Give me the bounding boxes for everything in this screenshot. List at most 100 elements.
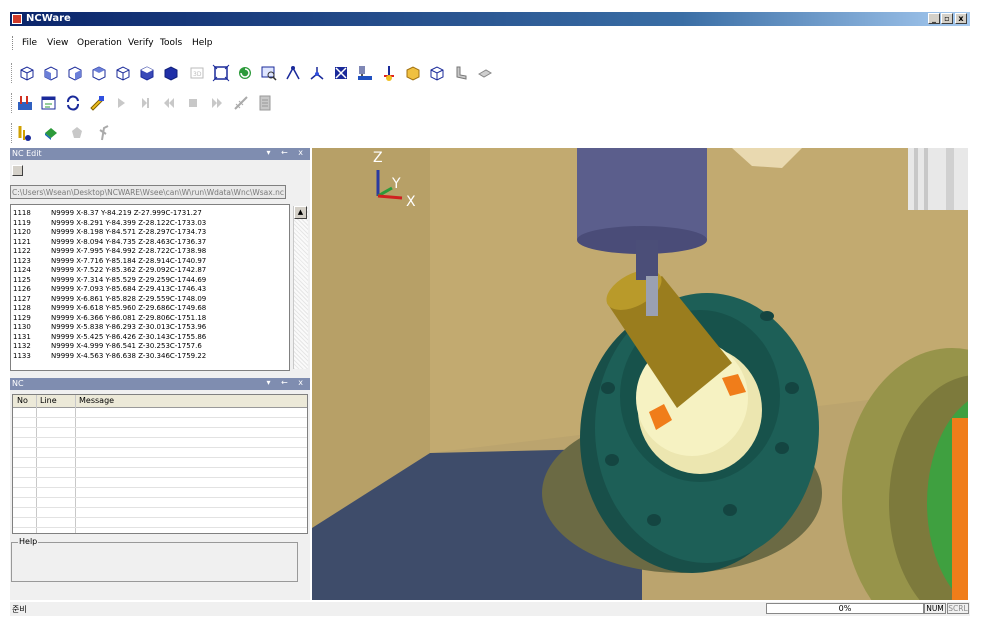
tool-path-icon[interactable] bbox=[16, 124, 34, 142]
nc-line-code: N9999 X-7.716 Y-85.184 Z-28.914C-1740.97 bbox=[51, 256, 207, 265]
orange-block bbox=[952, 418, 968, 600]
wireframe-icon[interactable] bbox=[428, 64, 446, 82]
settings-icon[interactable] bbox=[16, 94, 34, 112]
nc-line-number: 1129 bbox=[13, 313, 31, 322]
nc-line-number: 1119 bbox=[13, 218, 31, 227]
nc-line-number: 1120 bbox=[13, 228, 31, 236]
nc-line-code: N9999 X-8.37 Y-84.219 Z-27.999C-1731.27 bbox=[51, 209, 202, 217]
nc-line-code: N9999 X-7.314 Y-85.529 Z-29.259C-1744.69 bbox=[51, 275, 207, 284]
stock-icon[interactable] bbox=[404, 64, 422, 82]
nc-file-path[interactable]: C:\Users\Wsean\Desktop\NCWARE\Wsee\can\W… bbox=[10, 185, 286, 199]
column-line[interactable]: Line bbox=[40, 396, 57, 405]
view-solid-icon[interactable] bbox=[162, 64, 180, 82]
machine-scene[interactable]: Z Y X bbox=[312, 148, 968, 600]
title-bar: NCWare _ ▫ x bbox=[10, 12, 970, 26]
close-button[interactable]: x bbox=[955, 13, 967, 24]
play-icon[interactable] bbox=[112, 94, 130, 112]
measure-icon[interactable] bbox=[232, 94, 250, 112]
reload-icon[interactable] bbox=[64, 94, 82, 112]
nc-line-number: 1128 bbox=[13, 304, 31, 312]
view-right-icon[interactable] bbox=[114, 64, 132, 82]
minimize-button[interactable]: _ bbox=[928, 13, 940, 24]
rotate-icon[interactable] bbox=[236, 64, 254, 82]
nc-code-line[interactable]: 1119 N9999 X-8.291 Y-84.399 Z-28.122C-173… bbox=[13, 219, 206, 228]
step-icon[interactable] bbox=[136, 94, 154, 112]
report-icon[interactable] bbox=[256, 94, 274, 112]
grid-row bbox=[13, 477, 307, 478]
coordinate-icon[interactable] bbox=[380, 64, 398, 82]
toolpath-icon[interactable] bbox=[284, 64, 302, 82]
nc-code-line[interactable]: 1122 N9999 X-7.995 Y-84.992 Z-28.722C-173… bbox=[13, 247, 206, 256]
view-back-icon[interactable] bbox=[66, 64, 84, 82]
machine-viewport[interactable]: Z Y X bbox=[312, 148, 968, 600]
nc-line-code: N9999 X-8.094 Y-84.735 Z-28.463C-1736.37 bbox=[51, 237, 207, 246]
nc-code-line[interactable]: 1123 N9999 X-7.716 Y-85.184 Z-28.914C-174… bbox=[13, 257, 206, 266]
view-top-icon[interactable] bbox=[138, 64, 156, 82]
nc-panel-controls[interactable]: ▾ ← x bbox=[266, 378, 307, 387]
nc-edit-toolbar-button[interactable] bbox=[12, 165, 23, 176]
view-front-icon[interactable] bbox=[42, 64, 60, 82]
nc-code-line[interactable]: 1126 N9999 X-7.093 Y-85.684 Z-29.413C-174… bbox=[13, 285, 206, 294]
message-grid[interactable]: No Line Message bbox=[12, 394, 308, 534]
grid-row bbox=[13, 427, 307, 428]
nc-code-line[interactable]: 1120 N9999 X-8.198 Y-84.571 Z-28.297C-173… bbox=[13, 228, 206, 237]
maximize-button[interactable]: ▫ bbox=[941, 13, 953, 24]
nc-code-line[interactable]: 1131 N9999 X-5.425 Y-86.426 Z-30.143C-175… bbox=[13, 333, 206, 342]
toolbar-tools bbox=[10, 120, 130, 146]
nc-code-line[interactable]: 1127 N9999 X-6.861 Y-85.828 Z-29.559C-174… bbox=[13, 295, 206, 304]
fit-window-icon[interactable] bbox=[212, 64, 230, 82]
grid-row bbox=[13, 487, 307, 488]
status-bar: 준비 0% NUM SCRL bbox=[10, 602, 970, 616]
editor-icon[interactable] bbox=[40, 94, 58, 112]
nc-line-number: 1132 bbox=[13, 342, 31, 350]
menu-tools[interactable]: Tools bbox=[160, 38, 182, 48]
cut-icon[interactable] bbox=[94, 124, 112, 142]
zoom-icon[interactable] bbox=[260, 64, 278, 82]
fixture-icon[interactable] bbox=[452, 64, 470, 82]
nc-code-line[interactable]: 1130 N9999 X-5.838 Y-86.293 Z-30.013C-175… bbox=[13, 323, 206, 332]
fast-forward-icon[interactable] bbox=[208, 94, 226, 112]
column-no[interactable]: No bbox=[17, 396, 28, 405]
collision-icon[interactable] bbox=[68, 124, 86, 142]
nc-code-list[interactable]: 1118 N9999 X-8.37 Y-84.219 Z-27.999C-1731… bbox=[10, 204, 290, 371]
door-rail bbox=[946, 148, 954, 210]
grid-row bbox=[13, 497, 307, 498]
nc-code-line[interactable]: 1124 N9999 X-7.522 Y-85.362 Z-29.092C-174… bbox=[13, 266, 206, 275]
nc-line-code: N9999 X-7.093 Y-85.684 Z-29.413C-1746.43 bbox=[51, 285, 207, 293]
menu-help[interactable]: Help bbox=[192, 38, 213, 48]
machine-view-icon[interactable] bbox=[42, 124, 60, 142]
menu-verify[interactable]: Verify bbox=[128, 38, 154, 48]
nc-code-line[interactable]: 1133 N9999 X-4.563 Y-86.638 Z-30.346C-175… bbox=[13, 352, 206, 361]
toolbar-simulation bbox=[10, 90, 330, 116]
nc-code-line[interactable]: 1132 N9999 X-4.999 Y-86.541 Z-30.253C-175… bbox=[13, 342, 202, 351]
nc-code-line[interactable]: 1129 N9999 X-6.366 Y-86.081 Z-29.806C-175… bbox=[13, 314, 206, 323]
eraser-icon[interactable] bbox=[476, 64, 494, 82]
machine-icon[interactable] bbox=[356, 64, 374, 82]
progress-bar: 0% bbox=[766, 603, 924, 614]
simulate-icon[interactable] bbox=[88, 94, 106, 112]
nc-code-scrollbar[interactable]: ▲ bbox=[293, 206, 308, 369]
view-left-icon[interactable] bbox=[90, 64, 108, 82]
view-iso-icon[interactable] bbox=[18, 64, 36, 82]
nc-edit-controls[interactable]: ▾ ← x bbox=[266, 148, 307, 157]
nc-code-line[interactable]: 1128 N9999 X-6.618 Y-85.960 Z-29.686C-174… bbox=[13, 304, 206, 313]
nc-code-line[interactable]: 1121 N9999 X-8.094 Y-84.735 Z-28.463C-173… bbox=[13, 238, 206, 247]
rewind-icon[interactable] bbox=[160, 94, 178, 112]
nc-line-number: 1118 bbox=[13, 209, 31, 217]
stop-icon[interactable] bbox=[184, 94, 202, 112]
nc-code-line[interactable]: 1125 N9999 X-7.314 Y-85.529 Z-29.259C-174… bbox=[13, 276, 206, 285]
axis-icon[interactable] bbox=[308, 64, 326, 82]
menu-view[interactable]: View bbox=[47, 38, 68, 48]
nc-code-line[interactable]: 1118 N9999 X-8.37 Y-84.219 Z-27.999C-1731… bbox=[13, 209, 202, 218]
grid-icon[interactable] bbox=[332, 64, 350, 82]
toolbar-view: 3D bbox=[10, 60, 585, 86]
menu-file[interactable]: File bbox=[22, 38, 37, 48]
nc-panel-title: NC bbox=[12, 379, 24, 388]
menu-operation[interactable]: Operation bbox=[77, 38, 122, 48]
nc-edit-header: NC Edit ▾ ← x bbox=[10, 148, 310, 160]
dimension-icon[interactable]: 3D bbox=[188, 64, 206, 82]
scrl-indicator: SCRL bbox=[947, 603, 969, 614]
scroll-up-button[interactable]: ▲ bbox=[294, 206, 307, 219]
nc-line-number: 1126 bbox=[13, 285, 31, 293]
column-message[interactable]: Message bbox=[79, 396, 114, 405]
